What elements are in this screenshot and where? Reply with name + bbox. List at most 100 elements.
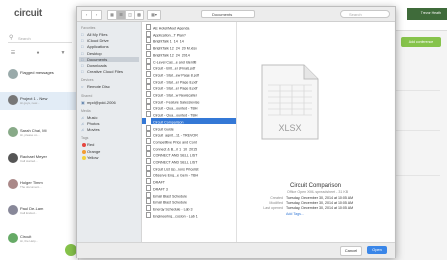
file-list-item[interactable]: BrightTalk 1_14_14 [142, 37, 236, 44]
sidebar-item[interactable]: iCloud Drive [87, 38, 109, 43]
sidebar-item[interactable]: Music [87, 115, 97, 120]
file-list-item[interactable]: Connect & B...ri 1_10_2015 [142, 144, 236, 151]
file-icon [146, 117, 151, 124]
sidebar-item[interactable]: Desktop [87, 51, 102, 56]
file-icon [146, 70, 151, 77]
file-list-item[interactable]: Email Blast Schedule [142, 191, 236, 198]
file-name: Email Blast Schedule [153, 194, 187, 198]
file-list-item[interactable]: Energy Schedule - Lab 3 [142, 204, 236, 211]
file-list-item[interactable]: Circuit - Stat...ew Page 8.pdf [142, 70, 236, 77]
sidebar-item[interactable]: Movies [87, 127, 100, 132]
conversation-preview: Hi, the Help... [20, 239, 39, 243]
conversation-row[interactable]: Paul De-Lam Call Ended... [0, 202, 76, 220]
app-search-underline [8, 34, 72, 43]
file-name: Circuit - Qua...ounted - TBH [153, 113, 198, 118]
file-name: Circuit List Up...ions Pricelist [153, 167, 199, 171]
file-list-item[interactable]: Circuit_agnit...11 - TREVOR [142, 131, 236, 138]
file-name: Circuit_agnit...11 - TREVOR [153, 133, 198, 138]
sidebar-item-icon: □ [81, 50, 84, 56]
file-icon [146, 64, 151, 71]
file-list-item[interactable]: BrightTalk 12_24_20 M.xlsx [142, 44, 236, 51]
file-list-item[interactable]: Engineering...cosion - Lab 1 [142, 211, 236, 218]
file-icon [146, 178, 151, 185]
file-list-item[interactable]: BrightTalk 12_24_2014 [142, 50, 236, 57]
sidebar-tag-item[interactable]: Red [87, 142, 94, 147]
conversation-row[interactable]: Flagged messages [0, 66, 76, 84]
file-name: Circuit - Stat...w Newscaller [153, 93, 197, 98]
file-list-item[interactable]: Circuit - Stat...er Page 8.pdf [142, 84, 236, 91]
sidebar-item[interactable]: All My Files [87, 32, 107, 37]
cancel-button[interactable]: Cancel [340, 246, 362, 256]
sidebar-item[interactable]: Applications [87, 44, 109, 49]
file-list-item[interactable]: Circuit - Qua...ounted - TBH [142, 111, 236, 118]
sidebar-item[interactable]: Photos [87, 121, 99, 126]
file-list-item[interactable]: CONNECT AND SELL LIST [142, 158, 236, 164]
file-list-item[interactable]: Circuit - Stat...w Newscaller [142, 91, 236, 97]
file-name: Circuit - Stat...er Page 8.pdf [153, 80, 198, 84]
avatar [8, 95, 18, 105]
conversation-preview: Hi guys, new... [20, 101, 40, 105]
gallery-view-button[interactable]: ▩ [134, 10, 144, 20]
file-icon [146, 124, 151, 131]
conversation-row[interactable]: Rachael Meyer Call started... [0, 150, 76, 168]
file-name: CONNECT AND SELL LIST [153, 160, 198, 165]
file-list-item[interactable]: CONNECT AND SELL LIST [142, 151, 236, 158]
sidebar-item[interactable]: Creative Cloud Files [87, 69, 123, 74]
conversation-row[interactable]: Sarah Chai, Mi Hi, please co... [0, 124, 76, 142]
sidebar-section-header: Favorites [81, 26, 96, 30]
conversations-tab-icon[interactable]: ☰ [8, 50, 18, 56]
open-button[interactable]: Open [367, 246, 387, 254]
conversation-row[interactable]: Circuit Hi, the Help... [0, 230, 76, 248]
file-name: Circuit Comparison [153, 120, 184, 124]
file-icon [146, 191, 151, 198]
file-list-item[interactable]: AE Hotel/Meet Agenda [142, 24, 236, 30]
file-list-item[interactable]: Competitive Price and Cont [142, 137, 236, 144]
add-tags-link[interactable]: Add Tags... [286, 212, 304, 216]
file-list-item[interactable]: Circuit Guide [142, 124, 236, 131]
info-key: Created [270, 196, 283, 200]
dialog-search-input[interactable]: Search [340, 10, 390, 18]
arrange-button[interactable]: ▦▾ [147, 10, 161, 20]
tag-color-dot-icon [82, 143, 86, 148]
conversation-row[interactable]: Holger Timm The document... [0, 176, 76, 194]
sidebar-item[interactable]: Downloads [87, 63, 107, 68]
sidebar-item[interactable]: Remote Disc [87, 84, 110, 89]
user-name: Trevor Heath [420, 11, 441, 15]
finder-sidebar: Favorites All My Files □ iCloud Drive □ Appli… [77, 22, 142, 257]
file-list-item[interactable]: Circuit List Up...ions Pricelist [142, 164, 236, 171]
location-popup[interactable]: Documents [201, 10, 255, 18]
file-icon [146, 104, 151, 111]
file-name: Circuit - Stat...ew Page 8.pdf [153, 73, 199, 77]
file-list-item[interactable]: Observe Eng...e Gem - TBH [142, 171, 236, 178]
add-conference-button[interactable]: Add conference [401, 37, 441, 47]
file-name: DRAFT 3 [153, 187, 168, 191]
sidebar-item-icon: ♫ [81, 127, 84, 133]
avatar [8, 127, 18, 137]
file-list-item[interactable]: Circuit Comparison [142, 117, 236, 124]
filter-tab-icon[interactable]: ▼ [58, 50, 68, 56]
people-tab-icon[interactable]: ● [33, 50, 43, 56]
file-list-item[interactable]: Circuit - Qua...ounted - TBH [142, 104, 236, 111]
file-list-item[interactable]: DRAFT 3 [142, 184, 236, 191]
file-name: BrightTalk 1_14_14 [153, 39, 184, 44]
sidebar-item-icon: □ [81, 56, 84, 62]
file-name: BrightTalk 12_24_2014 [153, 53, 190, 57]
file-list-item[interactable]: Email Blast Schedule [142, 198, 236, 205]
forward-button[interactable]: › [91, 10, 102, 20]
avatar [8, 233, 18, 243]
file-list-item[interactable]: Circuit - Brit...er (Final).pdf [142, 64, 236, 71]
sidebar-tag-item[interactable]: Yellow [87, 155, 98, 160]
file-list-item[interactable]: DRAFT [142, 178, 236, 185]
conversation-row[interactable]: Project 1 - New Hi guys, new... [0, 92, 76, 110]
file-icon [146, 131, 151, 138]
file-list-item[interactable]: Circuit - Feature Sales(revise [142, 97, 236, 104]
file-list-item[interactable]: Circuit - Stat...er Page 8.pdf [142, 77, 236, 84]
sidebar-item[interactable]: mpd@pdd-2006 [87, 100, 116, 105]
file-name: Engineering...cosion - Lab 1 [153, 214, 198, 218]
sidebar-item[interactable]: Documents [79, 56, 139, 62]
file-list-item[interactable]: Application...T Plan? [142, 30, 236, 37]
file-list-item[interactable]: C-Level Cas...e and Identiti [142, 57, 236, 64]
info-value: Tuesday, December 30, 2014 at 10:05 AM [286, 206, 354, 210]
file-icon [146, 44, 151, 51]
sidebar-tag-item[interactable]: Orange [87, 149, 100, 154]
